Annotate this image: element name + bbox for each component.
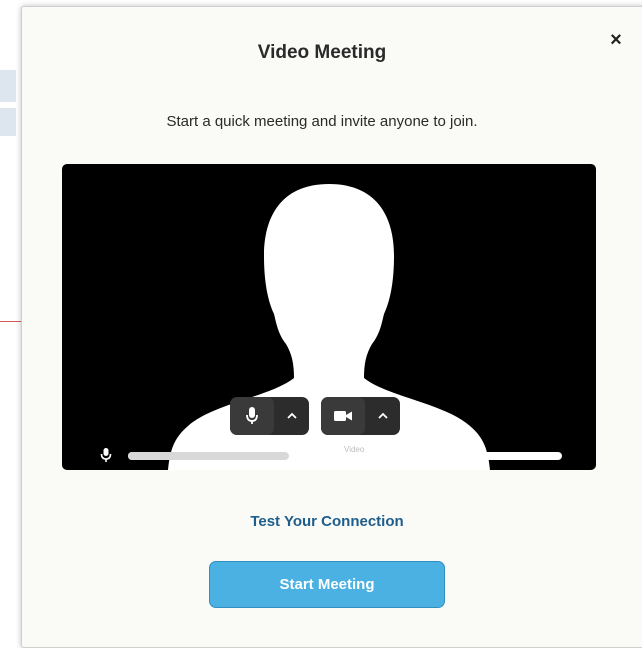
dialog-title: Video Meeting <box>257 42 387 63</box>
microphone-icon <box>246 407 258 424</box>
test-connection-link[interactable]: Test Your Connection <box>22 513 632 530</box>
backdrop-mark <box>0 70 16 102</box>
video-camera-icon <box>334 411 352 421</box>
backdrop-mark <box>0 108 16 136</box>
chevron-up-icon <box>286 412 297 419</box>
chevron-up-icon <box>377 412 388 419</box>
start-meeting-button[interactable]: Start Meeting <box>209 561 445 608</box>
dialog-subtitle: Start a quick meeting and invite anyone … <box>166 113 478 130</box>
video-meeting-dialog: × Video Meeting Start a quick meeting an… <box>21 6 642 648</box>
audio-level-fill <box>128 452 289 460</box>
audio-level-meter <box>128 452 562 460</box>
microphone-button[interactable] <box>230 397 274 435</box>
microphone-icon <box>100 448 112 462</box>
microphone-control <box>230 397 309 435</box>
video-preview: Video <box>62 164 596 470</box>
camera-options-button[interactable] <box>365 397 400 435</box>
microphone-options-button[interactable] <box>274 397 309 435</box>
camera-control <box>321 397 400 435</box>
camera-button[interactable] <box>321 397 365 435</box>
